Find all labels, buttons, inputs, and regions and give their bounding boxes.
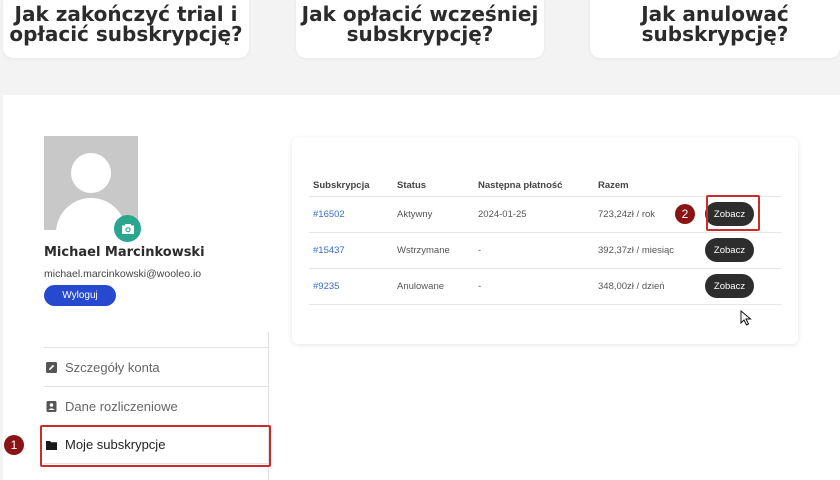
subscription-total: 348,00zł / dzień bbox=[594, 268, 701, 305]
faq-title: Jak anulować subskrypcję? bbox=[641, 2, 789, 46]
table-row: #9235 Anulowane - 348,00zł / dzień Zobac… bbox=[309, 268, 782, 305]
highlight-box-2 bbox=[706, 195, 760, 231]
faq-title: Jak opłacić wcześniej subskrypcję? bbox=[301, 2, 539, 46]
faq-card-end-trial[interactable]: Jak zakończyć trial i opłacić subskrypcj… bbox=[3, 0, 249, 58]
highlight-box-1 bbox=[40, 425, 271, 467]
user-email: michael.marcinkowski@wooleo.io bbox=[44, 268, 202, 280]
subscription-id-link[interactable]: #16502 bbox=[309, 196, 393, 233]
subscription-status: Anulowane bbox=[393, 268, 474, 305]
table-header-row: Subskrypcja Status Następna płatność Raz… bbox=[309, 175, 782, 197]
subscription-actions: Zobacz bbox=[701, 268, 782, 305]
subscription-actions: Zobacz bbox=[701, 232, 782, 269]
column-header: Status bbox=[393, 175, 474, 197]
step-badge-1: 1 bbox=[4, 435, 24, 455]
account-panel: Michael Marcinkowski michael.marcinkowsk… bbox=[3, 95, 840, 480]
table-row: #15437 Wstrzymane - 392,37zł / miesiąc Z… bbox=[309, 232, 782, 269]
edit-icon bbox=[46, 361, 57, 373]
subscription-next-payment: - bbox=[474, 268, 594, 305]
subscriptions-card: Subskrypcja Status Następna płatność Raz… bbox=[292, 138, 798, 344]
logout-button[interactable]: Wyloguj bbox=[44, 285, 116, 306]
menu-item-billing[interactable]: Dane rozliczeniowe bbox=[44, 386, 269, 425]
column-header-actions bbox=[701, 175, 782, 197]
column-header: Następna płatność bbox=[474, 175, 594, 197]
step-badge-2: 2 bbox=[675, 204, 695, 224]
subscription-id-link[interactable]: #15437 bbox=[309, 232, 393, 269]
subscription-next-payment: - bbox=[474, 232, 594, 269]
column-header: Razem bbox=[594, 175, 701, 197]
change-avatar-button[interactable] bbox=[114, 215, 141, 242]
mouse-pointer-icon bbox=[740, 310, 752, 326]
subscription-total: 392,37zł / miesiąc bbox=[594, 232, 701, 269]
subscription-id-link[interactable]: #9235 bbox=[309, 268, 393, 305]
view-subscription-button[interactable]: Zobacz bbox=[705, 238, 754, 262]
subscription-next-payment: 2024-01-25 bbox=[474, 196, 594, 233]
faq-title: Jak zakończyć trial i opłacić subskrypcj… bbox=[9, 2, 243, 46]
contact-card-icon bbox=[46, 400, 57, 412]
camera-icon bbox=[121, 223, 134, 234]
column-header: Subskrypcja bbox=[309, 175, 393, 197]
menu-item-label: Szczegóły konta bbox=[65, 359, 160, 375]
faq-card-cancel[interactable]: Jak anulować subskrypcję? bbox=[590, 0, 840, 58]
subscription-status: Aktywny bbox=[393, 196, 474, 233]
menu-item-label: Dane rozliczeniowe bbox=[65, 398, 178, 414]
menu-item-account-details[interactable]: Szczegóły konta bbox=[44, 347, 269, 386]
faq-card-pay-early[interactable]: Jak opłacić wcześniej subskrypcję? bbox=[296, 0, 544, 58]
view-subscription-button[interactable]: Zobacz bbox=[705, 274, 754, 298]
subscription-status: Wstrzymane bbox=[393, 232, 474, 269]
user-name: Michael Marcinkowski bbox=[44, 245, 205, 260]
